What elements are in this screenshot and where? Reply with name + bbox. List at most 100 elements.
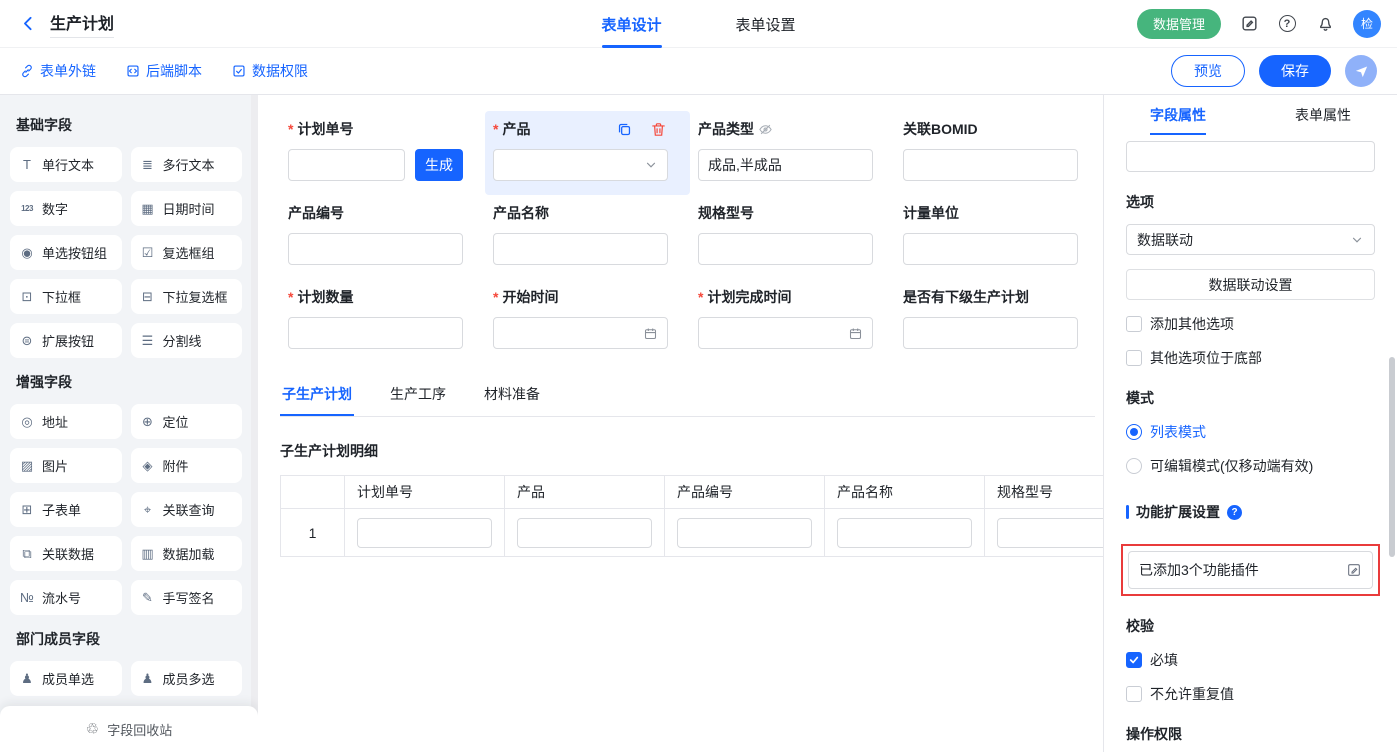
field-spec-model[interactable]: 规格型号: [690, 195, 895, 279]
radio-unchecked[interactable]: [1126, 458, 1142, 474]
subtab-sub-plan[interactable]: 子生产计划: [280, 373, 354, 416]
field-chip-address[interactable]: ◎地址: [10, 404, 122, 439]
panel-scrollbar[interactable]: [1389, 357, 1395, 557]
checkbox-checked[interactable]: [1126, 652, 1142, 668]
field-start-time[interactable]: * 开始时间: [485, 279, 690, 363]
field-product-name[interactable]: 产品名称: [485, 195, 690, 279]
header-spec-model: 规格型号: [985, 476, 1103, 509]
field-product-type[interactable]: 产品类型 成品,半成品: [690, 111, 895, 195]
mode-list-row[interactable]: 列表模式: [1126, 422, 1375, 442]
unit-input[interactable]: [903, 233, 1078, 265]
field-has-sub-plan[interactable]: 是否有下级生产计划: [895, 279, 1100, 363]
data-linkage-settings-button[interactable]: 数据联动设置: [1126, 269, 1375, 300]
sidebar-scrollbar[interactable]: [251, 95, 258, 752]
property-text-input[interactable]: [1126, 141, 1375, 172]
field-chip-radio-group[interactable]: ◉单选按钮组: [10, 235, 122, 270]
field-product-code[interactable]: 产品编号: [280, 195, 485, 279]
cell-product-code-input[interactable]: [677, 518, 812, 548]
edit-icon[interactable]: [1346, 562, 1362, 578]
backend-script-link[interactable]: 后端脚本: [126, 61, 202, 81]
field-product-selected[interactable]: * 产品: [485, 111, 690, 195]
field-chip-subform[interactable]: ⊞子表单: [10, 492, 122, 527]
has-sub-plan-input[interactable]: [903, 317, 1078, 349]
help-icon[interactable]: ?: [1277, 14, 1297, 34]
field-chip-relation-query[interactable]: ⌖关联查询: [131, 492, 243, 527]
plan-number-input[interactable]: [288, 149, 405, 181]
field-label: * 计划数量: [288, 287, 463, 307]
tab-form-design[interactable]: 表单设计: [601, 0, 661, 48]
copy-field-button[interactable]: [614, 119, 634, 139]
checkbox-unchecked[interactable]: [1126, 316, 1142, 332]
preview-button[interactable]: 预览: [1171, 55, 1245, 87]
field-chip-location[interactable]: ⊕定位: [131, 404, 243, 439]
field-chip-number[interactable]: 123数字: [10, 191, 122, 226]
permission-icon: [232, 64, 246, 78]
checkbox-unchecked[interactable]: [1126, 350, 1142, 366]
product-select[interactable]: [493, 149, 668, 181]
field-chip-relation-data[interactable]: ⧉关联数据: [10, 536, 122, 571]
bell-icon[interactable]: [1315, 14, 1335, 34]
field-chip-signature[interactable]: ✎手写签名: [131, 580, 243, 615]
field-chip-datetime[interactable]: ▦日期时间: [131, 191, 243, 226]
cell-spec-model-input[interactable]: [997, 518, 1103, 548]
required-row[interactable]: 必填: [1126, 650, 1375, 670]
bom-id-input[interactable]: [903, 149, 1078, 181]
plugin-settings-row[interactable]: 已添加3个功能插件: [1128, 551, 1373, 589]
field-chip-member-multi[interactable]: ♟成员多选: [131, 661, 243, 696]
no-duplicate-row[interactable]: 不允许重复值: [1126, 684, 1375, 704]
field-finish-time[interactable]: * 计划完成时间: [690, 279, 895, 363]
back-button[interactable]: [16, 12, 40, 36]
subtab-process[interactable]: 生产工序: [388, 373, 448, 416]
cell-plan-number-input[interactable]: [357, 518, 492, 548]
field-chip-extend-button[interactable]: ⊜扩展按钮: [10, 323, 122, 358]
field-chip-dropdown[interactable]: ⊡下拉框: [10, 279, 122, 314]
checkbox-unchecked[interactable]: [1126, 686, 1142, 702]
field-chip-member-single[interactable]: ♟成员单选: [10, 661, 122, 696]
product-code-input[interactable]: [288, 233, 463, 265]
radio-checked[interactable]: [1126, 424, 1142, 440]
product-type-input[interactable]: 成品,半成品: [698, 149, 873, 181]
subtab-material[interactable]: 材料准备: [482, 373, 542, 416]
share-button[interactable]: [1345, 55, 1377, 87]
field-unit[interactable]: 计量单位: [895, 195, 1100, 279]
generate-button[interactable]: 生成: [415, 149, 463, 181]
field-plan-quantity[interactable]: * 计划数量: [280, 279, 485, 363]
field-chip-image[interactable]: ▨图片: [10, 448, 122, 483]
help-icon[interactable]: ?: [1227, 505, 1242, 520]
product-name-input[interactable]: [493, 233, 668, 265]
form-edit-icon[interactable]: [1239, 14, 1259, 34]
add-other-option-row[interactable]: 添加其他选项: [1126, 314, 1375, 334]
field-plan-number[interactable]: * 计划单号 生成: [280, 111, 485, 195]
field-recycle-bin[interactable]: ♲ 字段回收站: [0, 706, 258, 752]
delete-field-button[interactable]: [648, 119, 668, 139]
tab-field-properties[interactable]: 字段属性: [1150, 95, 1206, 135]
field-chip-single-text[interactable]: T单行文本: [10, 147, 122, 182]
spec-model-input[interactable]: [698, 233, 873, 265]
field-chip-data-load[interactable]: ▥数据加载: [131, 536, 243, 571]
field-chip-dropdown-multi[interactable]: ⊟下拉复选框: [131, 279, 243, 314]
cell-product-input[interactable]: [517, 518, 652, 548]
calendar-icon: ▦: [140, 201, 156, 217]
option-type-select[interactable]: 数据联动: [1126, 224, 1375, 255]
tab-form-properties[interactable]: 表单属性: [1295, 95, 1351, 135]
other-option-bottom-row[interactable]: 其他选项位于底部: [1126, 348, 1375, 368]
avatar[interactable]: 检: [1353, 10, 1381, 38]
tab-form-settings[interactable]: 表单设置: [736, 0, 796, 48]
field-chip-divider[interactable]: ☰分割线: [131, 323, 243, 358]
start-time-input[interactable]: [493, 317, 668, 349]
save-button[interactable]: 保存: [1259, 55, 1331, 87]
chevron-down-icon: [1350, 233, 1364, 247]
field-bom-id[interactable]: 关联BOMID: [895, 111, 1100, 195]
data-manage-button[interactable]: 数据管理: [1137, 9, 1221, 39]
mode-editable-row[interactable]: 可编辑模式(仅移动端有效): [1126, 456, 1375, 476]
field-chip-checkbox-group[interactable]: ☑复选框组: [131, 235, 243, 270]
section-title-members: 部门成员字段: [16, 629, 236, 649]
field-chip-attachment[interactable]: ◈附件: [131, 448, 243, 483]
field-chip-serial-number[interactable]: №流水号: [10, 580, 122, 615]
data-permission-link[interactable]: 数据权限: [232, 61, 308, 81]
field-chip-multi-text[interactable]: ≣多行文本: [131, 147, 243, 182]
form-external-link[interactable]: 表单外链: [20, 61, 96, 81]
cell-product-name-input[interactable]: [837, 518, 972, 548]
plan-quantity-input[interactable]: [288, 317, 463, 349]
finish-time-input[interactable]: [698, 317, 873, 349]
